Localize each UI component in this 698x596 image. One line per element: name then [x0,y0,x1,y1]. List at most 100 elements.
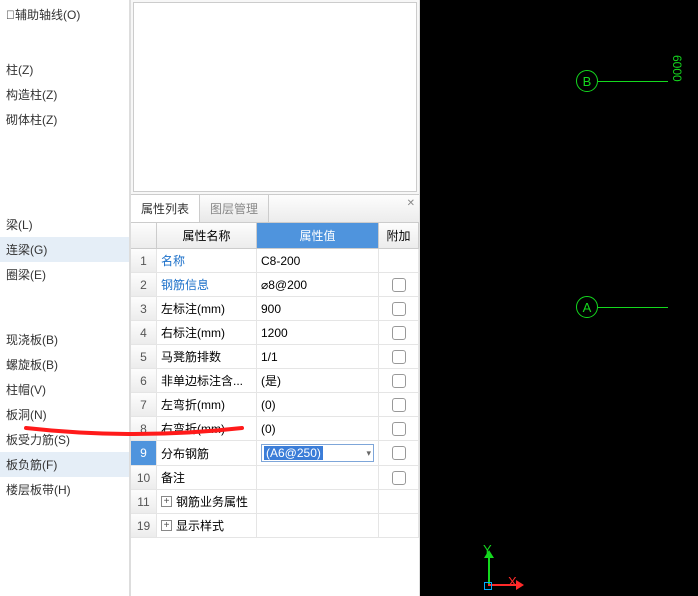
property-value[interactable]: 900 [257,297,379,320]
tab-layer-manage[interactable]: 图层管理 [200,195,269,222]
extra-cell [379,345,419,368]
tree-item[interactable]: 柱帽(V) [0,377,129,402]
extra-cell [379,466,419,489]
property-name: 非单边标注含... [157,369,257,392]
tree-item[interactable]: 砌体柱(Z) [0,107,129,132]
extra-checkbox[interactable] [392,446,406,460]
axis-line [598,307,668,308]
extra-cell [379,393,419,416]
property-row[interactable]: 9分布钢筋(A6@250)▾ [131,441,419,466]
property-name: 左弯折(mm) [157,393,257,416]
tree-item[interactable]: 构造柱(Z) [0,82,129,107]
grid-header: 属性名称 属性值 附加 [131,223,419,249]
property-row[interactable]: 1名称C8-200 [131,249,419,273]
property-row[interactable]: 4右标注(mm)1200 [131,321,419,345]
close-icon[interactable]: ✕ [407,198,415,209]
row-number: 3 [131,297,157,320]
property-panel: 属性列表 图层管理 ✕ 属性名称 属性值 附加 1名称C8-2002钢筋信息⌀8… [130,0,420,596]
property-value[interactable]: (0) [257,393,379,416]
extra-cell [379,297,419,320]
property-value[interactable]: C8-200 [257,249,379,272]
property-name: +显示样式 [157,514,257,537]
property-name: 分布钢筋 [157,441,257,465]
ucs-x-label: X [508,574,517,589]
header-name: 属性名称 [157,223,257,248]
property-name: 右弯折(mm) [157,417,257,440]
property-row[interactable]: 5马凳筋排数1/1 [131,345,419,369]
tree-item[interactable]: 螺旋板(B) [0,352,129,377]
property-value[interactable] [257,514,379,537]
tree-item[interactable]: 梁(L) [0,212,129,237]
axis-badge-a: A [576,296,598,318]
extra-cell [379,514,419,537]
row-number: 9 [131,441,157,465]
property-name: +钢筋业务属性 [157,490,257,513]
property-row[interactable]: 19+显示样式 [131,514,419,538]
value-dropdown[interactable]: (A6@250)▾ [261,444,374,462]
extra-checkbox[interactable] [392,326,406,340]
property-value[interactable]: 1/1 [257,345,379,368]
property-row[interactable]: 3左标注(mm)900 [131,297,419,321]
axis-line [598,81,668,82]
extra-cell [379,249,419,272]
ucs-y-label: Y [483,542,492,557]
tree-item[interactable]: 板受力筋(S) [0,427,129,452]
property-value[interactable]: ⌀8@200 [257,273,379,296]
property-row[interactable]: 7左弯折(mm)(0) [131,393,419,417]
tree-item[interactable]: 柱(Z) [0,57,129,82]
extra-checkbox[interactable] [392,350,406,364]
tree-item[interactable]: 圈梁(E) [0,262,129,287]
extra-checkbox[interactable] [392,471,406,485]
property-name: 名称 [157,249,257,272]
row-number: 19 [131,514,157,537]
panel-tabs: 属性列表 图层管理 ✕ [131,194,419,223]
row-number: 2 [131,273,157,296]
tree-item[interactable]: 􏰀辅助轴线(O) [0,2,129,27]
extra-cell [379,417,419,440]
row-number: 1 [131,249,157,272]
property-value[interactable] [257,490,379,513]
expand-icon[interactable]: + [161,496,172,507]
extra-checkbox[interactable] [392,302,406,316]
property-row[interactable]: 8右弯折(mm)(0) [131,417,419,441]
extra-cell [379,490,419,513]
row-number: 11 [131,490,157,513]
extra-cell [379,441,419,465]
property-value[interactable] [257,466,379,489]
dimension-label: 6000 [670,55,684,82]
tree-item[interactable]: 连梁(G) [0,237,129,262]
axis-badge-b: B [576,70,598,92]
property-grid: 属性名称 属性值 附加 1名称C8-2002钢筋信息⌀8@2003左标注(mm)… [131,223,419,596]
property-name: 左标注(mm) [157,297,257,320]
property-row[interactable]: 6非单边标注含...(是) [131,369,419,393]
extra-checkbox[interactable] [392,422,406,436]
property-row[interactable]: 11+钢筋业务属性 [131,490,419,514]
property-name: 钢筋信息 [157,273,257,296]
tree-item[interactable]: 现浇板(B) [0,327,129,352]
tree-item[interactable]: 板负筋(F) [0,452,129,477]
row-number: 10 [131,466,157,489]
drawing-canvas[interactable]: B 6000 A Y X [420,0,698,596]
property-row[interactable]: 2钢筋信息⌀8@200 [131,273,419,297]
property-value[interactable]: (0) [257,417,379,440]
property-name: 备注 [157,466,257,489]
header-value: 属性值 [257,223,379,248]
extra-checkbox[interactable] [392,398,406,412]
chevron-down-icon[interactable]: ▾ [366,448,371,459]
category-tree[interactable]: 􏰀辅助轴线(O) 柱(Z)构造柱(Z)砌体柱(Z) 梁(L)连梁(G)圈梁(E)… [0,0,130,596]
property-name: 马凳筋排数 [157,345,257,368]
tab-property-list[interactable]: 属性列表 [131,195,200,222]
tree-item[interactable]: 楼层板带(H) [0,477,129,502]
row-number: 5 [131,345,157,368]
extra-cell [379,321,419,344]
extra-checkbox[interactable] [392,374,406,388]
property-value[interactable]: (是) [257,369,379,392]
header-extra: 附加 [379,223,419,248]
expand-icon[interactable]: + [161,520,172,531]
property-value[interactable]: 1200 [257,321,379,344]
tree-item[interactable]: 板洞(N) [0,402,129,427]
property-row[interactable]: 10备注 [131,466,419,490]
extra-checkbox[interactable] [392,278,406,292]
property-value[interactable]: (A6@250)▾ [257,441,379,465]
row-number: 7 [131,393,157,416]
